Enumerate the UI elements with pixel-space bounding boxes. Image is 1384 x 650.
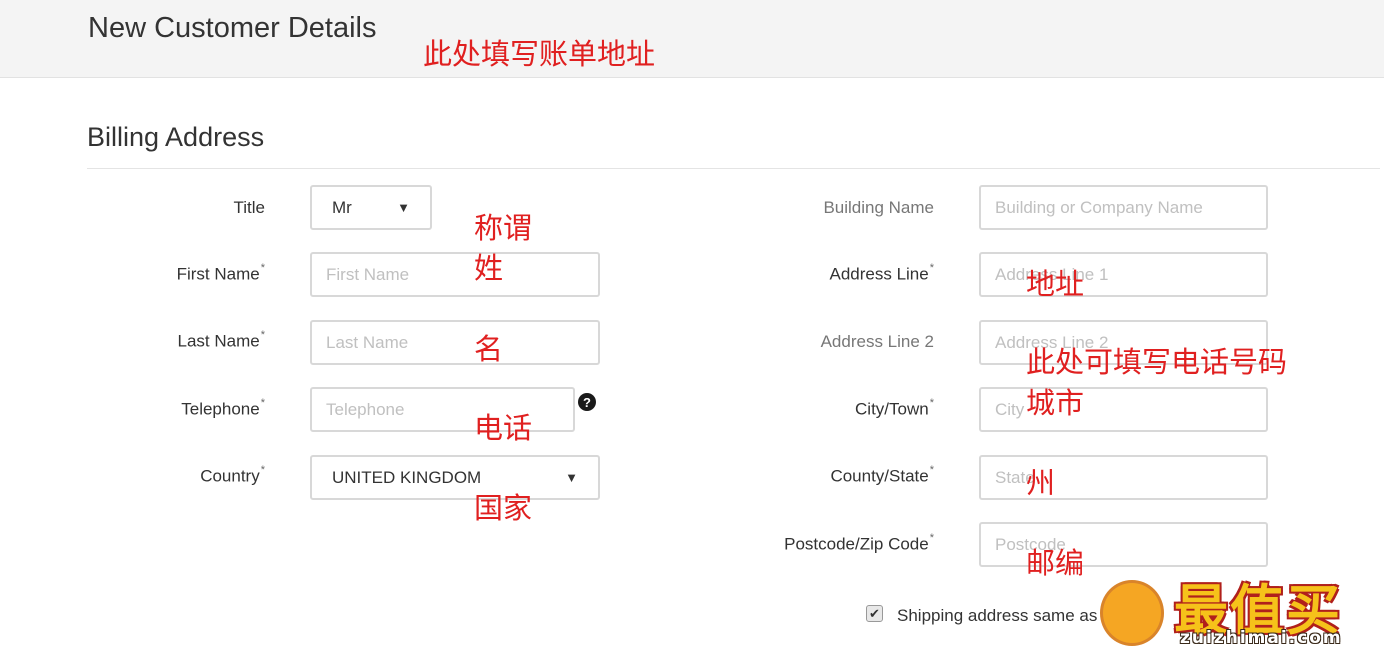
building-name-placeholder: Building or Company Name [995, 197, 1203, 217]
shipping-same-checkbox[interactable]: ✔ [866, 605, 883, 622]
building-name-input[interactable]: Building or Company Name [979, 185, 1268, 230]
last-name-label: Last Name* [177, 329, 265, 351]
telephone-placeholder: Telephone [326, 399, 405, 419]
annotation-phone-here: 此处可填写电话号码 [1026, 345, 1288, 379]
last-name-placeholder: Last Name [326, 332, 409, 352]
chevron-down-icon: ▼ [565, 470, 578, 485]
annotation-billing: 此处填写账单地址 [423, 37, 656, 71]
first-name-placeholder: First Name [326, 264, 410, 284]
shipping-same-label: Shipping address same as [897, 606, 1098, 625]
annotation-address: 地址 [1026, 267, 1085, 301]
annotation-city: 城市 [1026, 386, 1085, 420]
address-line1-input[interactable]: Address Line 1 [979, 252, 1268, 297]
last-name-input[interactable]: Last Name [310, 320, 600, 365]
annotation-state: 州 [1026, 466, 1056, 500]
section-title: Billing Address [87, 122, 265, 152]
annotation-given-name: 名 [474, 332, 504, 366]
country-select[interactable]: UNITED KINGDOM ▼ [310, 455, 600, 500]
first-name-input[interactable]: First Name [310, 252, 600, 297]
watermark-url: zuizhimai.com [1180, 628, 1343, 648]
question-circle-icon[interactable]: ? [578, 393, 596, 411]
page-title: New Customer Details [88, 12, 377, 44]
country-label: Country* [200, 464, 265, 486]
annotation-phone: 电话 [474, 411, 533, 445]
mascot-icon [1100, 580, 1164, 646]
annotation-postcode: 邮编 [1026, 546, 1085, 580]
county-state-input[interactable]: State [979, 455, 1268, 500]
annotation-surname: 姓 [474, 251, 504, 285]
annotation-title: 称谓 [474, 211, 533, 245]
title-label: Title [233, 198, 266, 217]
telephone-input[interactable]: Telephone [310, 387, 575, 432]
city-placeholder: City [995, 399, 1025, 419]
watermark-logo: 最值买 zuizhimai.com [1088, 566, 1384, 650]
section-divider [87, 168, 1380, 169]
first-name-label: First Name* [176, 262, 265, 284]
country-select-value: UNITED KINGDOM [332, 467, 482, 487]
postcode-input[interactable]: Postcode [979, 522, 1268, 567]
check-icon: ✔ [869, 605, 880, 621]
county-state-label: County/State* [830, 464, 934, 486]
postcode-label: Postcode/Zip Code* [784, 532, 934, 554]
annotation-country: 国家 [474, 491, 533, 525]
title-select[interactable]: Mr ▼ [310, 185, 432, 230]
address-line1-label: Address Line* [829, 262, 934, 284]
building-name-label: Building Name [823, 198, 934, 217]
city-label: City/Town* [855, 397, 934, 419]
address-line2-label: Address Line 2 [820, 332, 934, 351]
city-input[interactable]: City [979, 387, 1268, 432]
chevron-down-icon: ▼ [397, 200, 410, 215]
telephone-label: Telephone* [181, 397, 265, 419]
title-select-value: Mr [332, 197, 352, 217]
